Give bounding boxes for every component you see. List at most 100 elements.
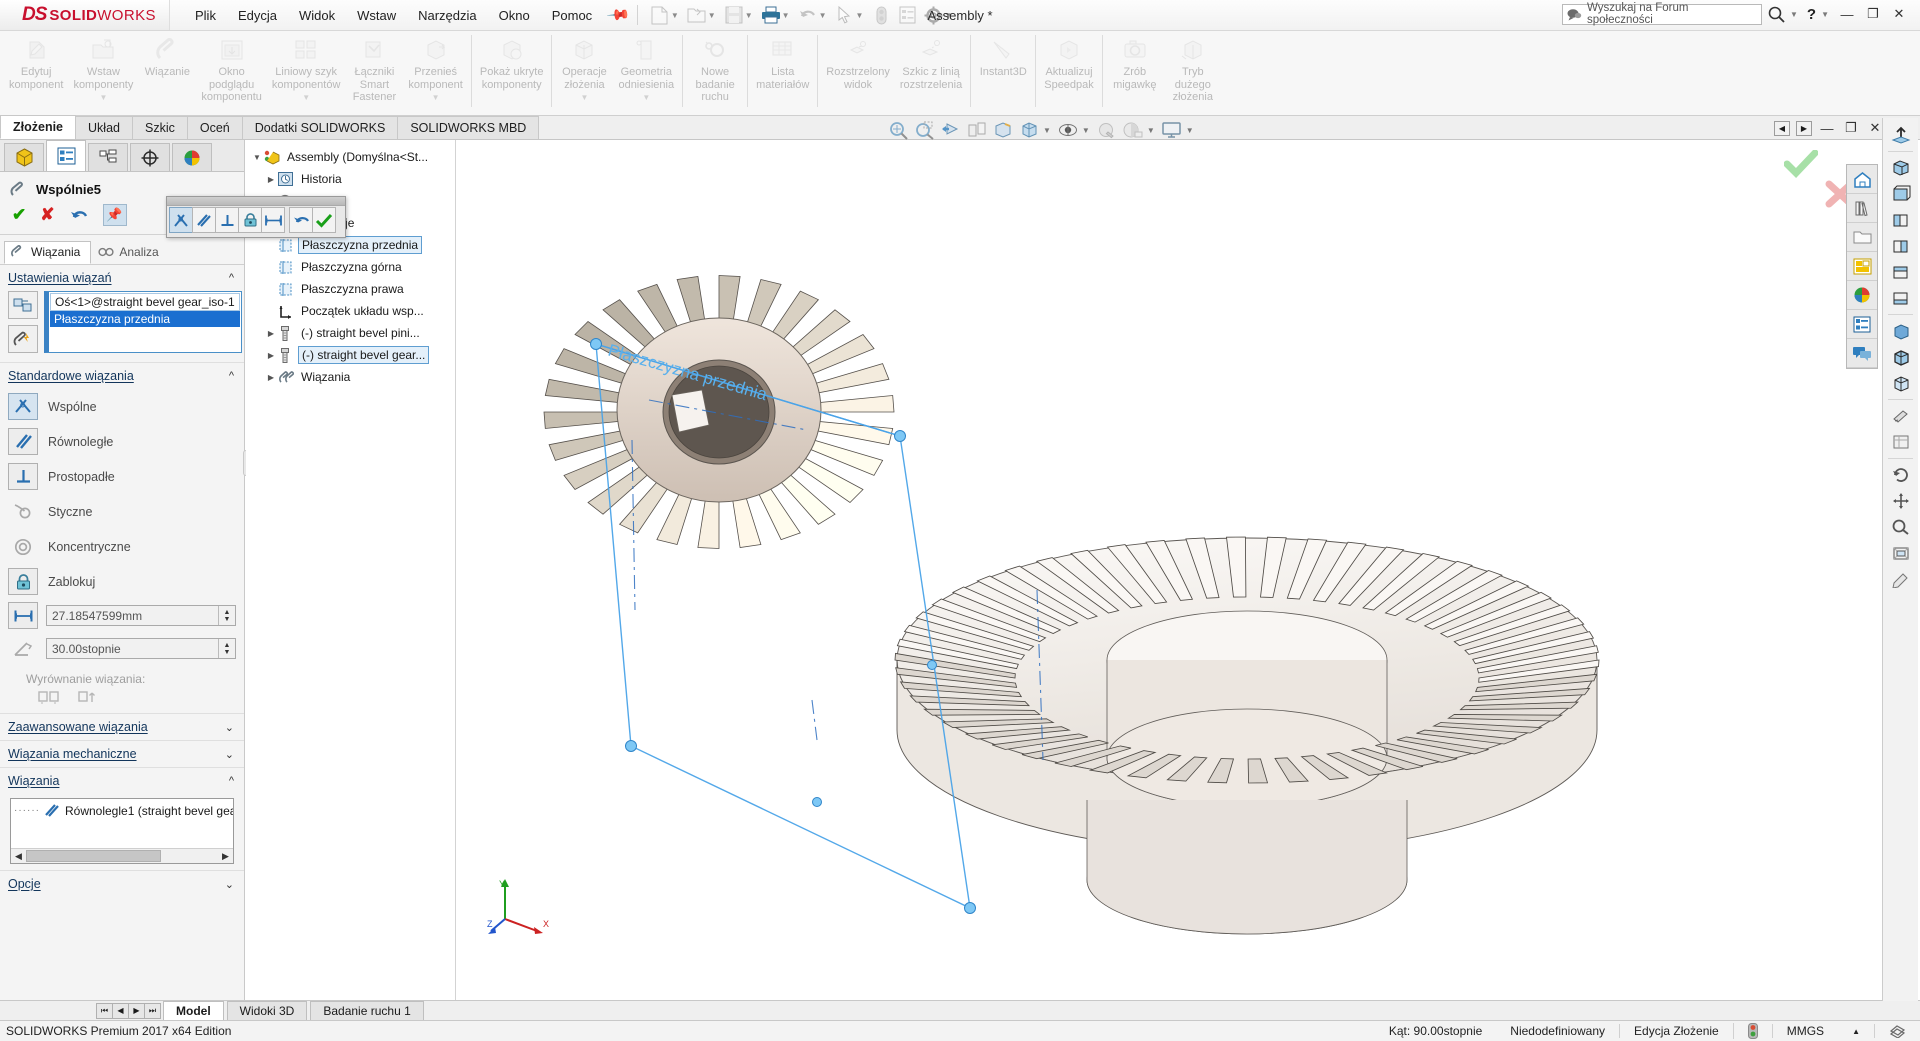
- mate-selection-list[interactable]: Oś<1>@straight bevel gear_iso-1 Płaszczy…: [44, 291, 242, 353]
- feature-manager-tab[interactable]: [4, 143, 44, 171]
- edit-appearance-icon[interactable]: [1095, 119, 1119, 141]
- ribbon-button-new-motion-study[interactable]: Nowe badanie ruchu: [686, 31, 744, 113]
- view-settings-icon[interactable]: [1160, 119, 1184, 141]
- ribbon-button-move-component[interactable]: Przenieś komponent ▼: [403, 31, 467, 113]
- design-library-icon[interactable]: [1847, 194, 1877, 223]
- mate-option-coincident[interactable]: Wspólne: [0, 389, 244, 424]
- chevron-down-icon[interactable]: ⌄: [225, 721, 234, 734]
- mate-option-perpendicular[interactable]: Prostopadłe: [0, 459, 244, 494]
- tree-node[interactable]: Płaszczyzna prawa: [246, 278, 455, 300]
- ribbon-button-exploded-view[interactable]: Rozstrzelony widok: [821, 31, 895, 113]
- horizontal-scrollbar[interactable]: ◀ ▶: [11, 848, 233, 863]
- prev-tab-button[interactable]: ◀: [112, 1002, 129, 1019]
- expand-toggle-icon[interactable]: ▶: [264, 175, 278, 184]
- chevron-down-icon[interactable]: ▼: [1821, 10, 1829, 19]
- distance-mate-button[interactable]: [261, 207, 285, 233]
- keep-visible-pin-button[interactable]: 📌: [102, 204, 127, 226]
- tree-node[interactable]: ▶ (-) straight bevel pini...: [246, 322, 455, 344]
- rotate-view-icon[interactable]: [1883, 462, 1918, 488]
- bottom-view-icon[interactable]: [1883, 285, 1918, 311]
- help-button[interactable]: ?: [1807, 6, 1816, 23]
- ribbon-tab-złożenie[interactable]: Złożenie: [0, 115, 77, 139]
- ribbon-button-instant3d[interactable]: Instant3D: [974, 31, 1032, 113]
- lock-mate-button[interactable]: [238, 207, 262, 233]
- scrollbar-thumb[interactable]: [26, 850, 161, 862]
- ribbon-button-edit-component[interactable]: Edytuj komponent: [4, 31, 68, 113]
- section-header-advanced-mates[interactable]: Zaawansowane wiązania ⌄: [0, 714, 244, 740]
- section-view-icon[interactable]: [1883, 403, 1918, 429]
- ribbon-button-bill-of-materials[interactable]: Lista materiałów: [751, 31, 814, 113]
- popup-accept-button[interactable]: [312, 207, 336, 233]
- tab-widoki-3d[interactable]: Widoki 3D: [226, 1001, 308, 1020]
- menu-item-edycja[interactable]: Edycja: [227, 4, 288, 27]
- file-explorer-icon[interactable]: [1847, 223, 1877, 252]
- configuration-manager-tab[interactable]: [88, 143, 128, 171]
- pullout-icon[interactable]: [1883, 122, 1918, 148]
- status-units[interactable]: MMGS: [1771, 1024, 1838, 1038]
- first-tab-button[interactable]: ⏮: [96, 1002, 113, 1019]
- expand-toggle-icon[interactable]: ▶: [264, 329, 278, 338]
- zoom-to-area-icon[interactable]: [913, 119, 937, 141]
- undo-icon[interactable]: [795, 3, 821, 27]
- ribbon-tab-dodatki-solidworks[interactable]: Dodatki SOLIDWORKS: [241, 116, 399, 139]
- chevron-up-icon[interactable]: ▲: [1838, 1027, 1874, 1036]
- expand-toggle-icon[interactable]: ▶: [264, 373, 278, 382]
- search-icon[interactable]: [1768, 6, 1785, 23]
- restore-doc-button[interactable]: ❐: [1842, 120, 1860, 136]
- distance-value-field[interactable]: 27.18547599mm ▲ ▼: [46, 605, 236, 626]
- perspective-icon[interactable]: [1883, 540, 1918, 566]
- mate-selection-item[interactable]: Płaszczyzna przednia: [50, 311, 240, 327]
- ribbon-button-explode-line-sketch[interactable]: Szkic z linią rozstrzelenia: [895, 31, 967, 113]
- list-item[interactable]: ······ Równolegle1 (straight bevel gea: [11, 799, 233, 822]
- tab-analiza[interactable]: Analiza: [91, 241, 169, 264]
- last-tab-button[interactable]: ⏭: [144, 1002, 161, 1019]
- accept-button[interactable]: ✔: [12, 205, 26, 225]
- dimxpert-manager-tab[interactable]: [130, 143, 170, 171]
- property-manager-tab[interactable]: [46, 140, 86, 171]
- chevron-down-icon[interactable]: ▼: [99, 92, 107, 105]
- chevron-down-icon[interactable]: ▼: [642, 92, 650, 105]
- chevron-up-icon[interactable]: ^: [229, 370, 234, 382]
- menu-item-okno[interactable]: Okno: [488, 4, 541, 27]
- mate-selection-item[interactable]: Oś<1>@straight bevel gear_iso-1: [50, 293, 240, 311]
- menu-item-wstaw[interactable]: Wstaw: [346, 4, 407, 27]
- tree-node[interactable]: ▼ Assembly (Domyślna<St...: [246, 146, 455, 168]
- tree-node[interactable]: ▶ Wiązania: [246, 366, 455, 388]
- chevron-down-icon[interactable]: ▼: [782, 11, 790, 20]
- select-cursor-icon[interactable]: [831, 3, 857, 27]
- anti-aligned-button[interactable]: [78, 690, 100, 705]
- undo-button[interactable]: [69, 207, 89, 224]
- model-canvas[interactable]: Płaszczyzna przednia: [457, 140, 1920, 1001]
- minimize-button[interactable]: —: [1834, 3, 1860, 25]
- section-view-icon[interactable]: [965, 119, 989, 141]
- minimize-doc-button[interactable]: —: [1818, 121, 1836, 136]
- section-header-options[interactable]: Opcje ⌄: [0, 871, 244, 897]
- open-document-icon[interactable]: [684, 3, 710, 27]
- close-button[interactable]: ✕: [1886, 3, 1912, 25]
- chevron-down-icon[interactable]: ▼: [1147, 126, 1155, 135]
- mate-option-lock[interactable]: Zablokuj: [0, 564, 244, 599]
- mate-option-concentric[interactable]: Koncentryczne: [0, 529, 244, 564]
- ribbon-button-update-speedpak[interactable]: Aktualizuj Speedpak: [1039, 31, 1099, 113]
- chevron-up-icon[interactable]: ^: [229, 272, 234, 284]
- section-header-mechanical-mates[interactable]: Wiązania mechaniczne ⌄: [0, 741, 244, 767]
- mate-option-parallel[interactable]: Równoległe: [0, 424, 244, 459]
- chevron-down-icon[interactable]: ⌄: [225, 748, 234, 761]
- ribbon-tab-oceń[interactable]: Oceń: [186, 116, 243, 139]
- rebuild-status-icon[interactable]: [1732, 1023, 1772, 1039]
- distance-mate-row[interactable]: 27.18547599mm ▲ ▼: [0, 599, 244, 632]
- overlay-icon[interactable]: [1874, 1024, 1920, 1038]
- previous-view-icon[interactable]: [939, 119, 963, 141]
- aligned-button[interactable]: [38, 690, 60, 705]
- stepper-arrows[interactable]: ▲ ▼: [218, 606, 235, 625]
- chevron-down-icon[interactable]: ▼: [302, 92, 310, 105]
- chevron-down-icon[interactable]: ⌄: [225, 878, 234, 891]
- left-view-icon[interactable]: [1883, 207, 1918, 233]
- chevron-down-icon[interactable]: ▼: [1790, 10, 1798, 19]
- options-gear-icon[interactable]: [920, 3, 946, 27]
- ribbon-button-smart-fasteners[interactable]: Łączniki Smart Fastener: [345, 31, 403, 113]
- perpendicular-mate-button[interactable]: [215, 207, 239, 233]
- tree-node[interactable]: ▶ (-) straight bevel gear...: [246, 344, 455, 366]
- save-icon[interactable]: [721, 3, 747, 27]
- expand-toggle-icon[interactable]: ▼: [250, 153, 264, 162]
